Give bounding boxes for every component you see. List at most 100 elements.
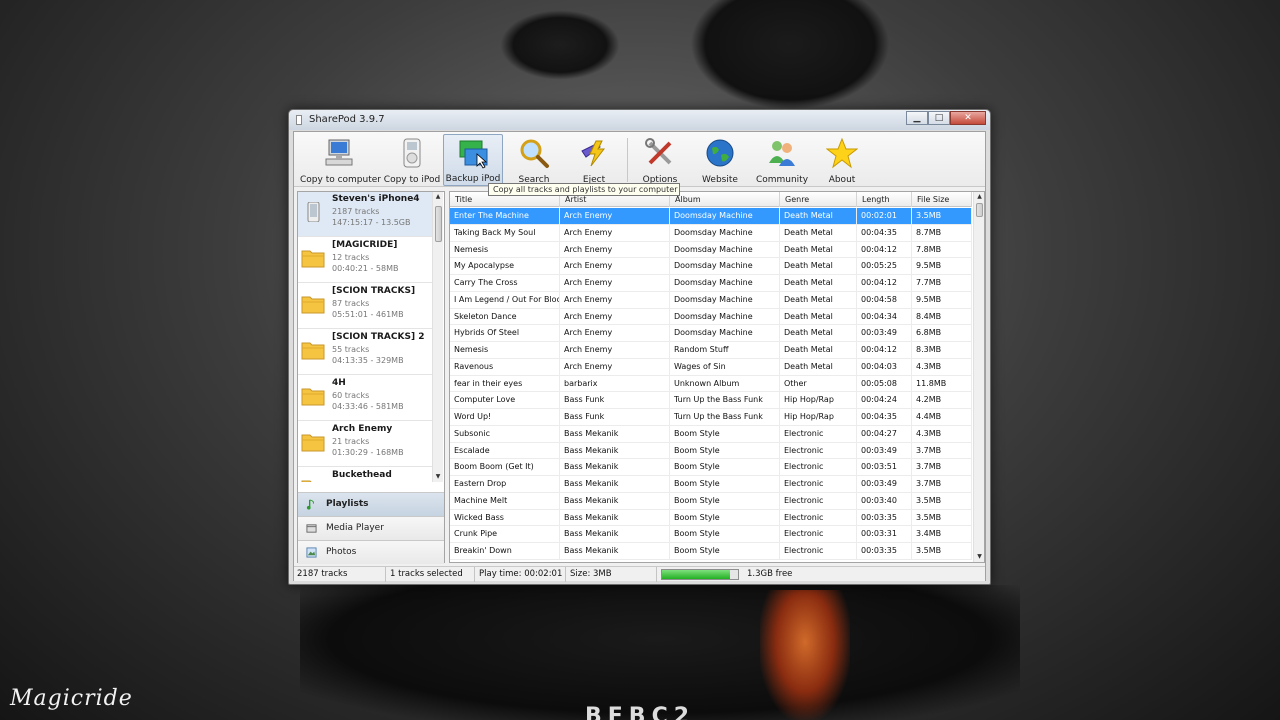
playlists-section[interactable]: Playlists xyxy=(298,492,444,516)
table-row[interactable]: Eastern Drop Bass Mekanik Boom Style Electr… xyxy=(450,476,972,493)
table-scrollbar[interactable]: ▲ ▼ xyxy=(973,192,984,562)
playlist-item[interactable]: [MAGICRIDE] 12 tracks 00:40:21 - 58MB xyxy=(298,238,432,283)
table-row[interactable]: Crunk Pipe Bass Mekanik Boom Style Electron… xyxy=(450,526,972,543)
table-cell: Death Metal xyxy=(780,358,857,375)
table-row[interactable]: Computer Love Bass Funk Turn Up the Bass F… xyxy=(450,392,972,409)
table-row[interactable]: Nemesis Arch Enemy Random Stuff Death Metal… xyxy=(450,342,972,359)
table-row[interactable]: fear in their eyes barbarix Unknown Album O… xyxy=(450,375,972,393)
toolbar-label: Copy to computer xyxy=(300,175,381,185)
table-cell: Bass Mekanik xyxy=(560,425,670,442)
minimize-button[interactable]: ▁ xyxy=(906,111,928,125)
table-row[interactable]: Boom Boom (Get It) Bass Mekanik Boom Style… xyxy=(450,459,972,476)
table-row[interactable]: Subsonic Bass Mekanik Boom Style Electronic… xyxy=(450,425,972,443)
table-cell: 00:05:25 xyxy=(857,258,912,275)
table-cell: 7.8MB xyxy=(912,241,972,258)
table-cell: 00:04:12 xyxy=(857,241,912,258)
playlist-name: Arch Enemy xyxy=(332,424,393,434)
window-controls: ▁ □ ✕ xyxy=(906,111,986,125)
table-row[interactable]: Nemesis Arch Enemy Doomsday Machine Death M… xyxy=(450,241,972,259)
about-button[interactable]: About xyxy=(816,134,868,186)
table-cell: Boom Style xyxy=(670,543,780,559)
copy-to-computer-button[interactable]: Copy to computer xyxy=(300,134,381,186)
table-row[interactable]: Word Up! Bass Funk Turn Up the Bass Funk Hi… xyxy=(450,409,972,426)
table-cell: 00:04:03 xyxy=(857,358,912,375)
table-row[interactable]: I Am Legend / Out For Blood Arch Enemy Doo… xyxy=(450,291,972,309)
column-header[interactable]: Genre xyxy=(780,192,857,207)
playlist-item[interactable]: 4H 60 tracks 04:33:46 - 581MB xyxy=(298,376,432,421)
table-row[interactable]: Carry The Cross Arch Enemy Doomsday Machin… xyxy=(450,275,972,292)
options-button[interactable]: Options xyxy=(632,134,688,186)
table-row[interactable]: Hybrids Of Steel Arch Enemy Doomsday Machi… xyxy=(450,325,972,342)
table-cell: Bass Mekanik xyxy=(560,509,670,526)
table-row[interactable]: Machine Melt Bass Mekanik Boom Style Electr… xyxy=(450,492,972,510)
table-cell: 4.3MB xyxy=(912,425,972,442)
playlist-name: 4H xyxy=(332,378,346,388)
backup-ipod-button[interactable]: Backup iPod xyxy=(443,134,503,186)
scroll-down-arrow[interactable]: ▼ xyxy=(433,472,443,482)
table-cell: Arch Enemy xyxy=(560,224,670,241)
column-header[interactable]: File Size xyxy=(912,192,972,207)
playlist-duration-size: 04:13:35 - 329MB xyxy=(332,356,404,365)
title-bar[interactable]: SharePod 3.9.7 ▁ □ ✕ xyxy=(289,110,990,130)
community-button[interactable]: Community xyxy=(752,134,812,186)
table-cell: Death Metal xyxy=(780,208,857,224)
eject-button[interactable]: Eject xyxy=(566,134,622,186)
table-cell: Arch Enemy xyxy=(560,325,670,342)
maximize-button[interactable]: □ xyxy=(928,111,950,125)
table-cell: Ravenous xyxy=(450,358,560,375)
scroll-up-arrow[interactable]: ▲ xyxy=(974,192,984,202)
close-button[interactable]: ✕ xyxy=(950,111,986,125)
scroll-down-arrow[interactable]: ▼ xyxy=(974,552,984,562)
scroll-thumb[interactable] xyxy=(435,206,442,242)
playlist-item[interactable]: [SCION TRACKS] 87 tracks 05:51:01 - 461MB xyxy=(298,284,432,329)
table-row[interactable]: Escalade Bass Mekanik Boom Style Electronic… xyxy=(450,442,972,460)
table-row[interactable]: Wicked Bass Bass Mekanik Boom Style Electro… xyxy=(450,509,972,527)
website-button[interactable]: Website xyxy=(692,134,748,186)
section-label: Media Player xyxy=(326,523,384,533)
playlist-item[interactable]: Arch Enemy 21 tracks 01:30:29 - 168MB xyxy=(298,422,432,467)
table-cell: 00:02:01 xyxy=(857,208,912,224)
table-cell: Death Metal xyxy=(780,275,857,291)
table-row[interactable]: Ravenous Arch Enemy Wages of Sin Death Meta… xyxy=(450,358,972,376)
table-row[interactable]: Breakin' Down Bass Mekanik Boom Style Elect… xyxy=(450,543,972,560)
table-row[interactable]: Skeleton Dance Arch Enemy Doomsday Machine… xyxy=(450,308,972,326)
playlist-item[interactable]: Buckethead xyxy=(298,468,432,482)
table-cell: Doomsday Machine xyxy=(670,208,780,224)
table-cell: fear in their eyes xyxy=(450,375,560,392)
status-playtime: Play time: 00:02:01 xyxy=(476,567,566,582)
scroll-up-arrow[interactable]: ▲ xyxy=(433,192,443,202)
table-cell: barbarix xyxy=(560,375,670,392)
folder-icon xyxy=(301,342,325,360)
scroll-thumb[interactable] xyxy=(976,203,983,217)
column-header[interactable]: Album xyxy=(670,192,780,207)
table-cell: Other xyxy=(780,375,857,392)
table-row[interactable]: My Apocalypse Arch Enemy Doomsday Machine D… xyxy=(450,258,972,275)
table-cell: Boom Style xyxy=(670,492,780,509)
table-cell: 00:03:35 xyxy=(857,543,912,559)
table-cell: Boom Style xyxy=(670,526,780,543)
wallpaper-soldier xyxy=(690,0,890,110)
playlist-item[interactable]: [SCION TRACKS] 2 55 tracks 04:13:35 - 329M… xyxy=(298,330,432,375)
table-row[interactable]: Taking Back My Soul Arch Enemy Doomsday Ma… xyxy=(450,224,972,242)
photos-section[interactable]: Photos xyxy=(298,540,444,564)
table-cell: My Apocalypse xyxy=(450,258,560,275)
table-cell: Bass Mekanik xyxy=(560,492,670,509)
playlist-duration-size: 00:40:21 - 58MB xyxy=(332,264,399,273)
playlist-duration-size: 05:51:01 - 461MB xyxy=(332,310,404,319)
device-item[interactable]: Steven's iPhone4 2187 tracks 147:15:17 - 1… xyxy=(298,192,432,237)
table-row[interactable]: Enter The Machine Arch Enemy Doomsday Mach… xyxy=(450,208,972,225)
playlist-icon xyxy=(306,499,314,510)
status-size: Size: 3MB xyxy=(567,567,657,582)
table-cell: Death Metal xyxy=(780,224,857,241)
column-header[interactable]: Length xyxy=(857,192,912,207)
table-cell: 00:04:27 xyxy=(857,425,912,442)
magnifier-icon xyxy=(520,139,549,168)
table-cell: Arch Enemy xyxy=(560,358,670,375)
section-label: Playlists xyxy=(326,499,369,509)
search-button[interactable]: Search xyxy=(506,134,562,186)
media-player-section[interactable]: Media Player xyxy=(298,516,444,540)
tools-icon xyxy=(645,138,672,165)
copy-to-ipod-button[interactable]: Copy to iPod xyxy=(382,134,442,186)
table-cell: Doomsday Machine xyxy=(670,325,780,342)
playlist-scrollbar[interactable]: ▲ ▼ xyxy=(432,192,443,482)
